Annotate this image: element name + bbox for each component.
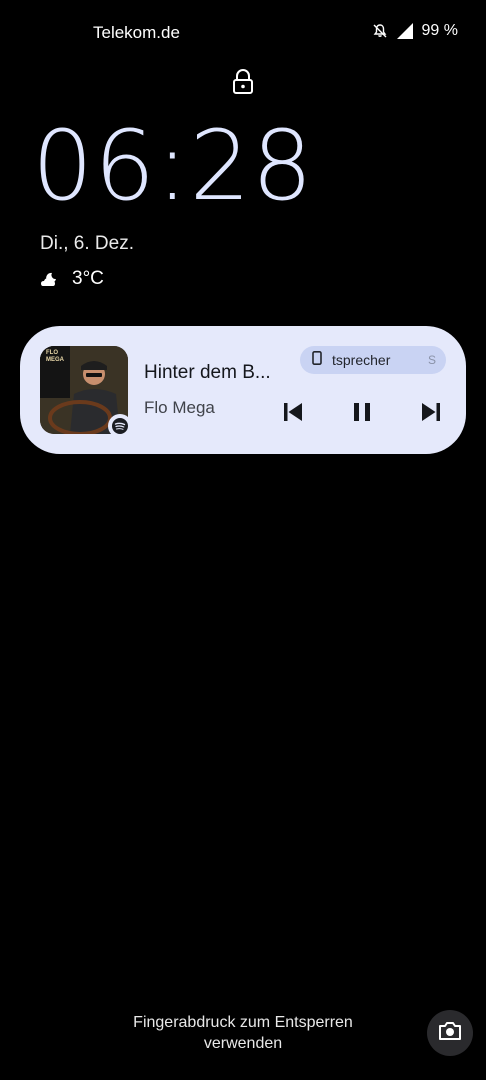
camera-icon	[438, 1021, 462, 1046]
chip-overflow-fade: S	[427, 353, 436, 367]
weather-widget[interactable]: 3°C	[40, 268, 104, 290]
fingerprint-unlock-hint: Fingerabdruck zum Entsperren verwenden	[0, 1012, 486, 1054]
unlock-hint-line-1: Fingerabdruck zum Entsperren	[133, 1014, 353, 1031]
track-artist: Flo Mega	[144, 398, 215, 417]
signal-icon	[396, 22, 414, 40]
pause-button[interactable]	[348, 400, 376, 428]
next-button[interactable]	[417, 400, 445, 428]
temperature-label: 3°C	[72, 268, 104, 289]
pause-icon	[351, 401, 373, 428]
status-icons: 99 %	[372, 22, 458, 40]
carrier-label: Telekom.de	[93, 23, 180, 42]
output-device-chip[interactable]: tsprecher S	[300, 346, 446, 374]
media-player-card[interactable]: FLO MEGA Hinter dem B... Flo Mega tsprec…	[20, 326, 466, 454]
clock: 06:28	[32, 110, 314, 222]
phone-icon	[312, 350, 322, 370]
spotify-icon	[108, 414, 132, 438]
lock-icon	[232, 69, 254, 100]
status-bar: Telekom.de 99 %	[0, 0, 486, 66]
cloud-moon-icon	[40, 271, 62, 287]
camera-button[interactable]	[427, 1010, 473, 1056]
previous-button[interactable]	[279, 400, 307, 428]
battery-level: 99 %	[421, 22, 458, 39]
track-title: Hinter dem B...	[144, 362, 271, 383]
previous-icon	[282, 401, 304, 428]
bell-off-icon	[372, 23, 388, 39]
date-label: Di., 6. Dez.	[40, 233, 134, 254]
output-device-label: tsprecher	[332, 352, 391, 368]
next-icon	[420, 401, 442, 428]
unlock-hint-line-2: verwenden	[203, 1035, 283, 1052]
album-art-text: FLO MEGA	[46, 350, 64, 363]
